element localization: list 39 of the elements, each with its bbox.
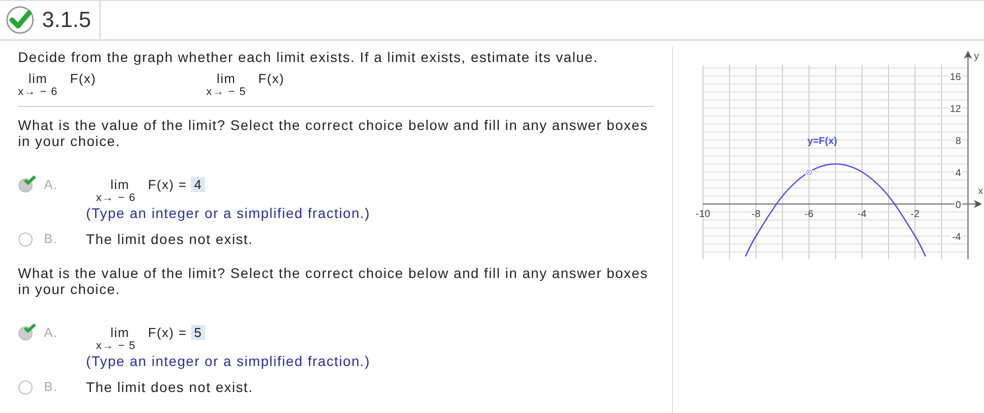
curve-label: y=F(x) [807, 136, 838, 147]
tick-label: 16 [950, 72, 961, 83]
choice-letter: A. [44, 325, 59, 340]
approach-label: x→ − 6 [96, 192, 136, 204]
choice-text: The limit does not exist. [86, 379, 254, 395]
lim-label: lim [109, 325, 130, 340]
function-label: F(x) = 5 [148, 325, 206, 340]
answer-field[interactable]: 4 [191, 177, 206, 192]
approach-label: x→ − 6 [18, 86, 58, 98]
exercise-number: 3.1.5 [42, 7, 91, 33]
lim-label: lim [216, 71, 236, 86]
tick-label: -6 [804, 209, 814, 220]
hint-text: (Type an integer or a simplified fraction.) [86, 205, 370, 221]
choice-letter: A. [44, 177, 59, 192]
tick-label: -4 [952, 232, 961, 243]
choice-letter: B. [44, 231, 59, 246]
tick-label: 4 [955, 168, 961, 179]
choice-text: The limit does not exist. [86, 231, 254, 247]
approach-label: x→ − 5 [206, 86, 246, 98]
axis-label: y [974, 50, 979, 62]
lim-label: lim [109, 177, 130, 192]
choice-letter: B. [44, 379, 59, 394]
instructions-text: Decide from the graph whether each limit exists. If a limit exists, estimate its value. [18, 49, 600, 65]
hint-text: (Type an integer or a simplified fraction.) [86, 353, 370, 369]
answer-field[interactable]: 5 [191, 325, 206, 340]
tick-label: 12 [950, 104, 961, 115]
function-label: F(x) [70, 71, 96, 86]
tick-label: -10 [696, 209, 710, 220]
question-text: What is the value of the limit? Select the correct choice below and fill in any answer boxes in your choice. [18, 265, 649, 297]
function-label: F(x) [258, 71, 285, 86]
question-text: What is the value of the limit? Select the correct choice below and fill in any answer boxes in your choice. [18, 117, 649, 149]
tick-label: -2 [910, 209, 920, 220]
lim-label: lim [28, 71, 48, 86]
tick-label: 8 [955, 136, 961, 147]
function-label: F(x) = 4 [148, 177, 206, 192]
tick-label: -8 [752, 209, 760, 220]
axis-label: x [978, 186, 983, 197]
tick-label: -4 [858, 209, 866, 220]
approach-label: x→ − 5 [96, 340, 136, 352]
